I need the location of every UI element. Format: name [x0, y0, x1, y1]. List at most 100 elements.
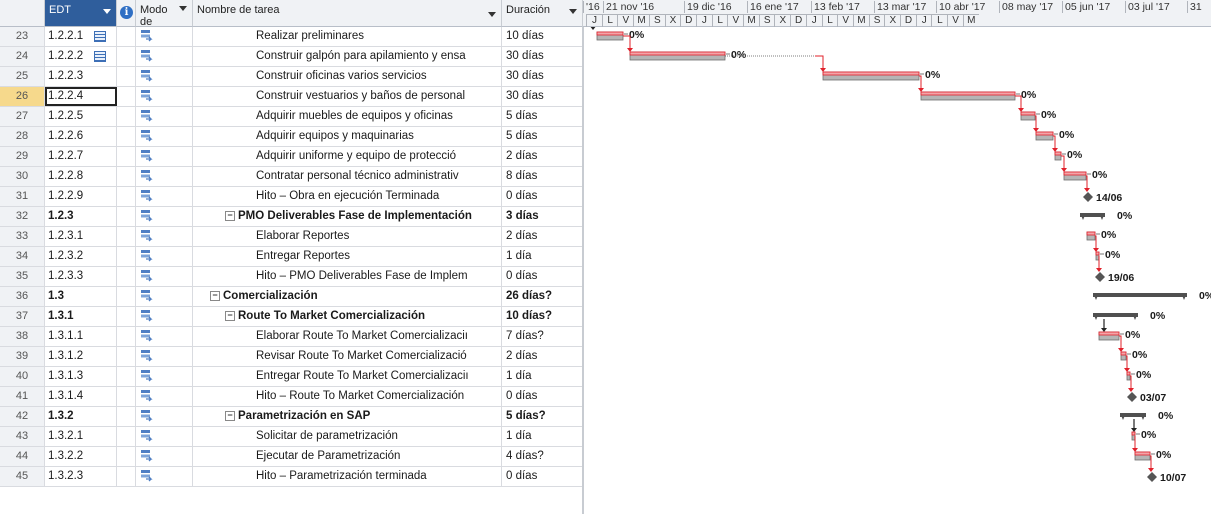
edt-cell[interactable]: 1.2.2.3 — [45, 67, 117, 86]
edt-cell[interactable]: 1.2.2.2 — [45, 47, 117, 66]
info-cell[interactable] — [117, 47, 136, 66]
collapse-icon[interactable]: − — [210, 291, 220, 301]
column-header-info[interactable]: i — [117, 0, 136, 27]
info-cell[interactable] — [117, 127, 136, 146]
table-row[interactable]: 41 1.3.1.4 Hito – Route To Market Comercia… — [0, 387, 583, 407]
duration-cell[interactable]: 0 días — [502, 187, 583, 206]
row-number[interactable]: 24 — [0, 47, 45, 66]
modo-cell[interactable] — [136, 427, 193, 446]
info-cell[interactable] — [117, 427, 136, 446]
table-row[interactable]: 26 1.2.2.4 Construir vestuarios y baños de… — [0, 87, 583, 107]
chevron-down-icon[interactable] — [488, 12, 496, 17]
edt-cell[interactable]: 1.2.3.2 — [45, 247, 117, 266]
duration-cell[interactable]: 10 días? — [502, 307, 583, 326]
duration-cell[interactable]: 1 día — [502, 427, 583, 446]
task-name-cell[interactable]: Hito – Route To Market Comercialización — [193, 387, 502, 406]
modo-cell[interactable] — [136, 127, 193, 146]
table-row[interactable]: 37 1.3.1 − Route To Market Comercialización… — [0, 307, 583, 327]
task-name-cell[interactable]: Elaborar Reportes — [193, 227, 502, 246]
table-row[interactable]: 40 1.3.1.3 Entregar Route To Market Comerc… — [0, 367, 583, 387]
duration-cell[interactable]: 1 día — [502, 367, 583, 386]
edt-cell[interactable]: 1.3.1.3 — [45, 367, 117, 386]
task-name-cell[interactable]: Elaborar Route To Market Comercializaciı — [193, 327, 502, 346]
modo-cell[interactable] — [136, 27, 193, 46]
task-name-cell[interactable]: − PMO Deliverables Fase de Implementación — [193, 207, 502, 226]
info-cell[interactable] — [117, 207, 136, 226]
task-name-cell[interactable]: Solicitar de parametrización — [193, 427, 502, 446]
task-name-cell[interactable]: Adquirir equipos y maquinarias — [193, 127, 502, 146]
duration-cell[interactable]: 0 días — [502, 267, 583, 286]
row-number[interactable]: 41 — [0, 387, 45, 406]
duration-cell[interactable]: 1 día — [502, 247, 583, 266]
task-name-cell[interactable]: Hito – Obra en ejecución Terminada — [193, 187, 502, 206]
table-row[interactable]: 25 1.2.2.3 Construir oficinas varios servi… — [0, 67, 583, 87]
collapse-icon[interactable]: − — [225, 211, 235, 221]
info-cell[interactable] — [117, 367, 136, 386]
info-cell[interactable] — [117, 67, 136, 86]
info-cell[interactable] — [117, 167, 136, 186]
chevron-down-icon[interactable] — [569, 9, 577, 14]
duration-cell[interactable]: 2 días — [502, 347, 583, 366]
edt-cell[interactable]: 1.3.1 — [45, 307, 117, 326]
chevron-down-icon[interactable] — [179, 6, 187, 11]
edt-cell[interactable]: 1.3.2.2 — [45, 447, 117, 466]
task-name-cell[interactable]: Construir galpón para apilamiento y ensa — [193, 47, 502, 66]
table-row[interactable]: 31 1.2.2.9 Hito – Obra en ejecución Termin… — [0, 187, 583, 207]
edt-cell[interactable]: 1.3.2.3 — [45, 467, 117, 486]
info-cell[interactable] — [117, 27, 136, 46]
edt-cell[interactable]: 1.2.2.7 — [45, 147, 117, 166]
modo-cell[interactable] — [136, 387, 193, 406]
table-row[interactable]: 44 1.3.2.2 Ejecutar de Parametrización 4 dí… — [0, 447, 583, 467]
table-row[interactable]: 42 1.3.2− Parametrización en SAP 5 días? — [0, 407, 583, 427]
table-row[interactable]: 28 1.2.2.6 Adquirir equipos y maquinarias 5… — [0, 127, 583, 147]
task-name-cell[interactable]: Construir oficinas varios servicios — [193, 67, 502, 86]
modo-cell[interactable] — [136, 307, 193, 326]
column-header-name[interactable]: Nombre de tarea — [193, 0, 502, 27]
row-number[interactable]: 28 — [0, 127, 45, 146]
row-number[interactable]: 33 — [0, 227, 45, 246]
table-row[interactable]: 43 1.3.2.1 Solicitar de parametrización 1 d… — [0, 427, 583, 447]
edt-cell[interactable]: 1.2.2.4 — [45, 87, 117, 106]
row-number[interactable]: 26 — [0, 87, 45, 106]
row-number[interactable]: 36 — [0, 287, 45, 306]
edt-cell[interactable]: 1.2.2.8 — [45, 167, 117, 186]
info-cell[interactable] — [117, 147, 136, 166]
duration-cell[interactable]: 2 días — [502, 227, 583, 246]
table-row[interactable]: 33 1.2.3.1 Elaborar Reportes 2 días — [0, 227, 583, 247]
modo-cell[interactable] — [136, 287, 193, 306]
row-number[interactable]: 44 — [0, 447, 45, 466]
task-name-cell[interactable]: Revisar Route To Market Comercializació — [193, 347, 502, 366]
column-header-edt[interactable]: EDT — [45, 0, 117, 27]
row-number[interactable]: 29 — [0, 147, 45, 166]
modo-cell[interactable] — [136, 447, 193, 466]
table-row[interactable]: 23 1.2.2.1 Realizar preliminares 10 días — [0, 27, 583, 47]
task-name-cell[interactable]: Hito – Parametrización terminada — [193, 467, 502, 486]
modo-cell[interactable] — [136, 187, 193, 206]
edt-cell[interactable]: 1.3.2.1 — [45, 427, 117, 446]
duration-cell[interactable]: 3 días — [502, 207, 583, 226]
edt-cell[interactable]: 1.3.1.1 — [45, 327, 117, 346]
duration-cell[interactable]: 8 días — [502, 167, 583, 186]
modo-cell[interactable] — [136, 327, 193, 346]
table-row[interactable]: 45 1.3.2.3 Hito – Parametrización terminad… — [0, 467, 583, 487]
row-number[interactable]: 45 — [0, 467, 45, 486]
modo-cell[interactable] — [136, 247, 193, 266]
table-row[interactable]: 35 1.2.3.3 Hito – PMO Deliverables Fase de… — [0, 267, 583, 287]
duration-cell[interactable]: 4 días? — [502, 447, 583, 466]
info-cell[interactable] — [117, 407, 136, 426]
table-row[interactable]: 29 1.2.2.7 Adquirir uniforme y equipo de p… — [0, 147, 583, 167]
edt-cell[interactable]: 1.2.3.3 — [45, 267, 117, 286]
row-number[interactable]: 42 — [0, 407, 45, 426]
row-number[interactable]: 35 — [0, 267, 45, 286]
row-number[interactable]: 27 — [0, 107, 45, 126]
info-cell[interactable] — [117, 467, 136, 486]
edt-cell[interactable]: 1.2.2.5 — [45, 107, 117, 126]
row-number[interactable]: 34 — [0, 247, 45, 266]
edt-cell[interactable]: 1.3.2 — [45, 407, 117, 426]
row-number[interactable]: 43 — [0, 427, 45, 446]
row-number[interactable]: 31 — [0, 187, 45, 206]
task-name-cell[interactable]: Contratar personal técnico administrativ — [193, 167, 502, 186]
task-name-cell[interactable]: − Comercialización — [193, 287, 502, 306]
duration-cell[interactable]: 5 días — [502, 127, 583, 146]
column-header-duration[interactable]: Duración — [502, 0, 583, 27]
